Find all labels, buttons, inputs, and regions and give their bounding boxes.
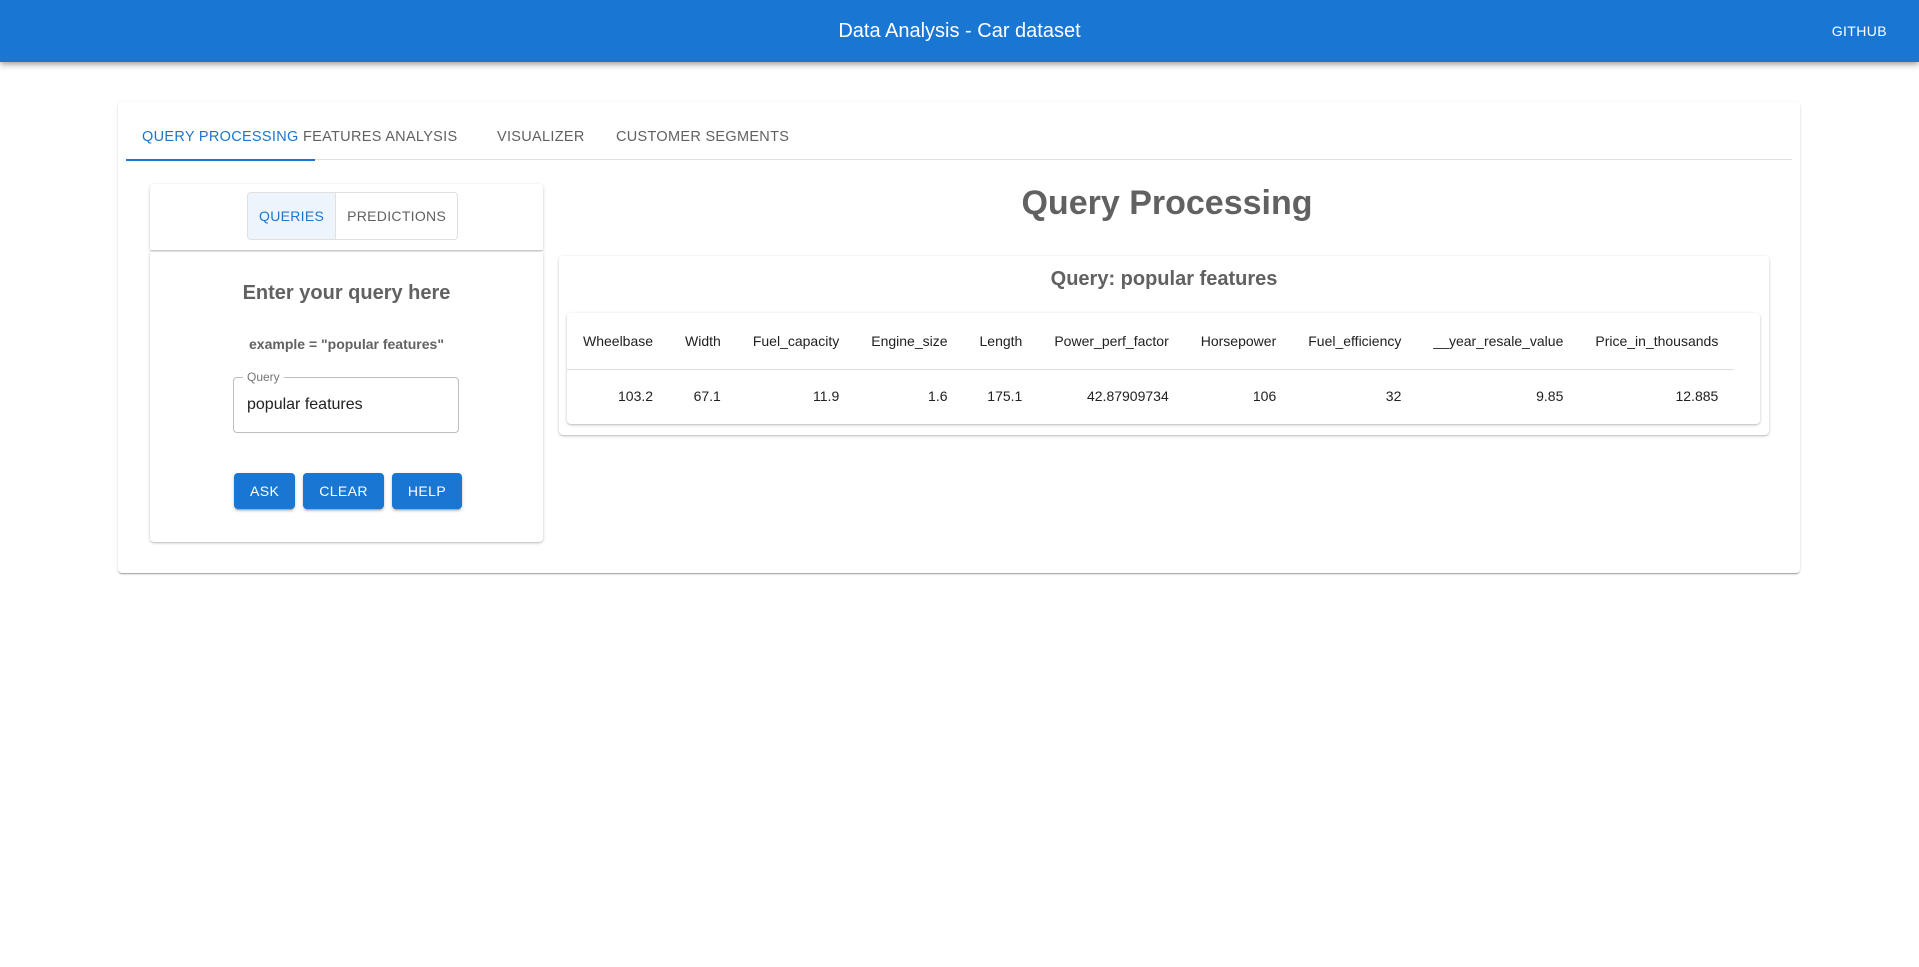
tab-features-analysis[interactable]: FEATURES ANALYSIS <box>287 114 473 160</box>
table-cell: 11.9 <box>813 388 840 405</box>
result-title: Query: popular features <box>1050 268 1278 290</box>
query-actions: ASK CLEAR HELP <box>234 473 463 509</box>
tab-bar: QUERY PROCESSING FEATURES ANALYSIS VISUA… <box>126 102 1792 161</box>
table-cell: 1.6 <box>928 388 948 405</box>
column-header: Price_in_thousands <box>1579 313 1735 370</box>
mode-toggle-group: QUERIES PREDICTIONS <box>247 192 459 240</box>
column-header: Fuel_efficiency <box>1292 313 1418 370</box>
column-header: Fuel_capacity <box>736 313 856 370</box>
page-title: Query Processing <box>1021 184 1313 222</box>
table-row: 103.2 67.1 11.9 1.6 175.1 42.87909734 10… <box>567 369 1734 423</box>
main-card: QUERY PROCESSING FEATURES ANALYSIS VISUA… <box>118 102 1800 573</box>
column-header: Wheelbase <box>567 313 670 370</box>
table-cell: 42.87909734 <box>1086 388 1169 405</box>
table-cell: 12.885 <box>1675 388 1719 405</box>
query-form: Enter your query here example = "popular… <box>150 252 543 542</box>
predictions-toggle[interactable]: PREDICTIONS <box>336 193 457 239</box>
github-button[interactable]: GITHUB <box>1816 13 1903 49</box>
table-cell: 175.1 <box>987 388 1023 405</box>
tab-customer-segments[interactable]: CUSTOMER SEGMENTS <box>600 114 805 160</box>
query-field: Query <box>233 370 459 433</box>
column-header: Engine_size <box>855 313 964 370</box>
mode-toggle-container: QUERIES PREDICTIONS <box>150 184 543 250</box>
table-header-row: Wheelbase Width Fuel_capacity Engine_siz… <box>567 313 1735 370</box>
result-table: Wheelbase Width Fuel_capacity Engine_siz… <box>567 313 1735 423</box>
help-button[interactable]: HELP <box>391 473 463 509</box>
query-form-heading: Enter your query here <box>242 282 451 304</box>
queries-toggle[interactable]: QUERIES <box>248 193 337 239</box>
app-title: Data Analysis - Car dataset <box>838 20 1081 42</box>
column-header: Width <box>669 313 737 370</box>
column-header: Length <box>963 313 1039 370</box>
column-header: __year_resale_value <box>1417 313 1580 370</box>
clear-button[interactable]: CLEAR <box>303 473 384 509</box>
app-bar: Data Analysis - Car dataset GITHUB <box>0 0 1919 62</box>
column-header: Horsepower <box>1184 313 1293 370</box>
table-cell: 103.2 <box>618 388 654 405</box>
table-cell: 32 <box>1385 388 1402 405</box>
query-input[interactable] <box>247 378 447 432</box>
column-header: Power_perf_factor <box>1038 313 1185 370</box>
result-table-container: Wheelbase Width Fuel_capacity Engine_siz… <box>567 313 1760 424</box>
result-card: Query: popular features Wheelbase Width … <box>559 256 1769 435</box>
table-cell: 67.1 <box>693 388 721 405</box>
query-example-text: example = "popular features" <box>249 336 444 352</box>
tab-visualizer[interactable]: VISUALIZER <box>481 114 601 160</box>
table-cell: 9.85 <box>1536 388 1564 405</box>
ask-button[interactable]: ASK <box>234 473 296 509</box>
table-cell: 106 <box>1252 388 1277 405</box>
query-panel: QUERIES PREDICTIONS Enter your query her… <box>150 184 543 542</box>
